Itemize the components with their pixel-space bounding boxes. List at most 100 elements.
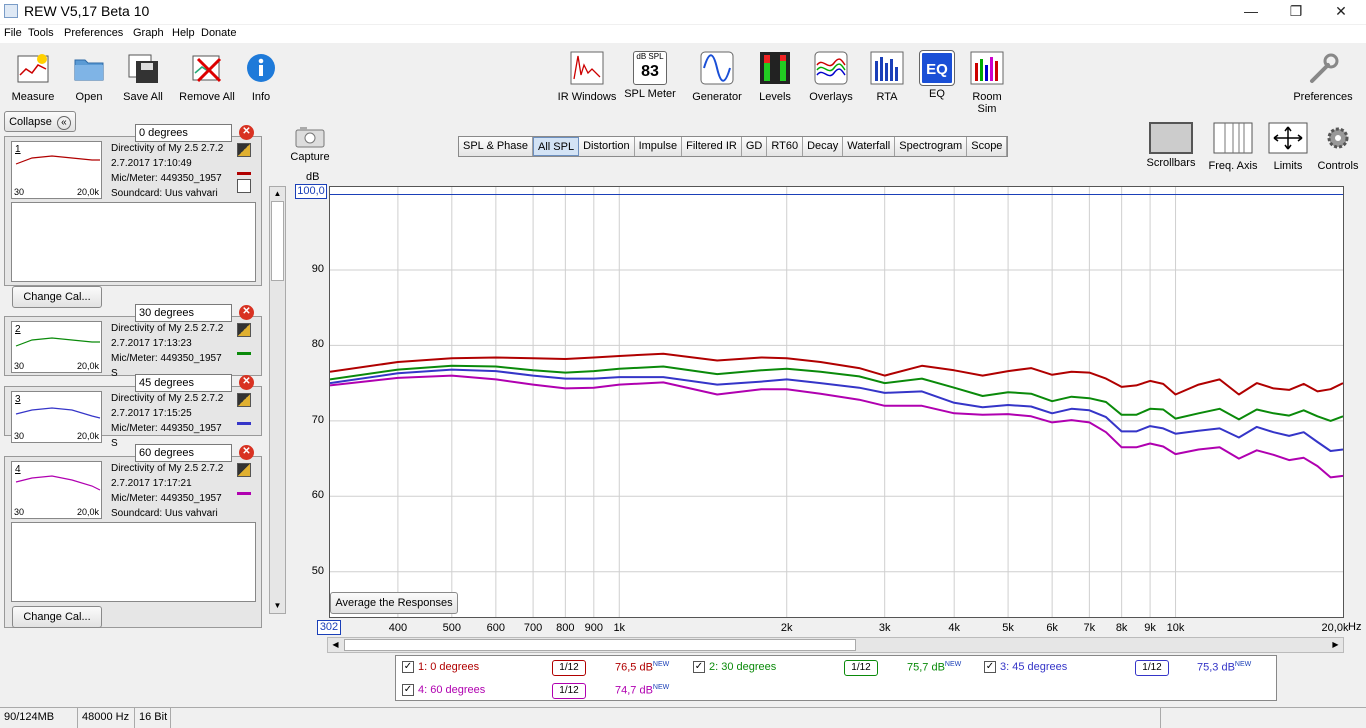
x-tick-label: 3k [878, 622, 891, 634]
collapse-button[interactable]: Collapse « [4, 111, 76, 132]
eq-filter-icon[interactable] [237, 143, 251, 157]
menu-file[interactable]: File [4, 27, 22, 39]
legend-item-2[interactable]: ✓ 2: 30 degrees [693, 661, 776, 674]
limits-button[interactable]: Limits [1266, 122, 1310, 172]
measurement-notes[interactable] [11, 202, 256, 282]
info-button[interactable]: Info [244, 51, 278, 103]
change-cal-button[interactable]: Change Cal... [12, 606, 102, 628]
memory-usage[interactable]: 90/124MB [4, 711, 54, 723]
x-left-limit-field[interactable]: 302 [317, 620, 341, 635]
levels-button[interactable]: Levels [754, 51, 796, 103]
measurement-notes[interactable] [11, 522, 256, 602]
open-button[interactable]: Open [68, 51, 110, 103]
measurement-name-field[interactable]: 30 degrees [135, 304, 232, 322]
tab-distortion[interactable]: Distortion [579, 137, 635, 156]
eq-button[interactable]: EQ EQ [918, 50, 956, 100]
scroll-thumb[interactable] [271, 201, 284, 281]
measurement-panel-1[interactable]: 0 degrees ✕ 1 30 20,0k Directivity of My… [4, 124, 262, 308]
smoothing-button[interactable]: 1/12 [552, 683, 586, 699]
y-top-limit-field[interactable]: 100,0 [295, 184, 327, 199]
smoothing-button[interactable]: 1/12 [552, 660, 586, 676]
measurement-panel-3[interactable]: 45 degrees ✕ 3 30 20,0k Directivity of M… [4, 374, 262, 449]
left-panel-scrollbar[interactable]: ▲ ▼ [269, 186, 286, 614]
measurement-name-field[interactable]: 0 degrees [135, 124, 232, 142]
measurement-thumbnail[interactable]: 2 30 20,0k [11, 321, 102, 373]
tab-spl-phase[interactable]: SPL & Phase [459, 137, 534, 156]
overlays-button[interactable]: Overlays [806, 51, 856, 103]
scroll-down-icon[interactable]: ▼ [270, 599, 285, 613]
notes-icon[interactable] [237, 179, 251, 193]
legend-item-4[interactable]: ✓ 4: 60 degrees [402, 684, 485, 697]
change-cal-button[interactable]: Change Cal... [12, 286, 102, 308]
ir-windows-button[interactable]: IR Windows [556, 51, 618, 103]
checkbox-checked-icon[interactable]: ✓ [984, 661, 996, 674]
measurement-panel-4[interactable]: 60 degrees ✕ 4 30 20,0k Directivity of M… [4, 444, 262, 628]
delete-icon[interactable]: ✕ [239, 305, 254, 320]
measurement-name-field[interactable]: 60 degrees [135, 444, 232, 462]
preferences-button[interactable]: Preferences [1290, 51, 1356, 103]
measurement-info: Directivity of My 2.5 2.7.2 2.7.2017 17:… [111, 391, 231, 451]
measurement-thumbnail[interactable]: 3 30 20,0k [11, 391, 102, 443]
tab-gd[interactable]: GD [741, 137, 768, 156]
tab-filtered-ir[interactable]: Filtered IR [682, 137, 742, 156]
close-icon[interactable]: ✕ [1318, 0, 1364, 24]
measurement-thumbnail[interactable]: 1 30 20,0k [11, 141, 102, 199]
tab-rt60[interactable]: RT60 [767, 137, 804, 156]
tab-spectrogram[interactable]: Spectrogram [895, 137, 968, 156]
eq-filter-icon[interactable] [237, 323, 251, 337]
menu-donate[interactable]: Donate [201, 27, 236, 39]
delete-icon[interactable]: ✕ [239, 375, 254, 390]
delete-icon[interactable]: ✕ [239, 445, 254, 460]
scroll-right-icon[interactable]: ▶ [1328, 638, 1343, 652]
menu-graph[interactable]: Graph [133, 27, 164, 39]
h-scroll-thumb[interactable] [344, 639, 856, 651]
room-sim-button[interactable]: Room Sim [962, 51, 1012, 115]
checkbox-checked-icon[interactable]: ✓ [693, 661, 705, 674]
maximize-icon[interactable]: ❐ [1273, 0, 1319, 24]
controls-button[interactable]: Controls [1314, 122, 1362, 172]
remove-all-button[interactable]: Remove All [176, 51, 238, 103]
measurement-panel-2[interactable]: 30 degrees ✕ 2 30 20,0k Directivity of M… [4, 304, 262, 379]
tab-all-spl[interactable]: All SPL [533, 137, 580, 156]
scrollbars-button[interactable]: Scrollbars [1144, 122, 1198, 169]
measurement-name-field[interactable]: 45 degrees [135, 374, 232, 392]
checkbox-checked-icon[interactable]: ✓ [402, 661, 414, 674]
save-all-button[interactable]: Save All [118, 51, 168, 103]
capture-button[interactable]: Capture [288, 126, 332, 163]
average-responses-button[interactable]: Average the Responses [330, 592, 458, 614]
menu-help[interactable]: Help [172, 27, 195, 39]
measurement-number: 3 [15, 394, 21, 405]
freq-axis-button[interactable]: Freq. Axis [1204, 122, 1262, 172]
x-tick-label: 10k [1166, 622, 1185, 634]
line-color-icon[interactable] [237, 411, 251, 425]
tab-decay[interactable]: Decay [803, 137, 844, 156]
menu-tools[interactable]: Tools [28, 27, 54, 39]
checkbox-checked-icon[interactable]: ✓ [402, 684, 414, 697]
line-color-icon[interactable] [237, 341, 251, 355]
smoothing-button[interactable]: 1/12 [844, 660, 878, 676]
measurement-soundcard: Soundcard: Uus vahvari [111, 508, 218, 519]
menu-preferences[interactable]: Preferences [64, 27, 123, 39]
legend-item-1[interactable]: ✓ 1: 0 degrees [402, 661, 479, 674]
line-color-icon[interactable] [237, 161, 251, 175]
scroll-left-icon[interactable]: ◀ [328, 638, 343, 652]
tab-waterfall[interactable]: Waterfall [843, 137, 896, 156]
tab-scope[interactable]: Scope [967, 137, 1008, 156]
plot-area[interactable] [329, 186, 1344, 618]
eq-filter-icon[interactable] [237, 393, 251, 407]
measure-button[interactable]: Measure [8, 51, 58, 103]
delete-icon[interactable]: ✕ [239, 125, 254, 140]
legend-item-3[interactable]: ✓ 3: 45 degrees [984, 661, 1067, 674]
tab-impulse[interactable]: Impulse [634, 137, 683, 156]
rta-button[interactable]: RTA [868, 51, 906, 103]
measurement-thumbnail[interactable]: 4 30 20,0k [11, 461, 102, 519]
eq-filter-icon[interactable] [237, 463, 251, 477]
smoothing-button[interactable]: 1/12 [1135, 660, 1169, 676]
scroll-up-icon[interactable]: ▲ [270, 187, 285, 201]
generator-button[interactable]: Generator [690, 51, 744, 103]
minimize-icon[interactable]: — [1228, 0, 1274, 24]
spl-meter-button[interactable]: dB SPL 83 SPL Meter [622, 51, 678, 100]
graph-horizontal-scrollbar[interactable]: ◀ ▶ [327, 637, 1344, 653]
menu-bar: File Tools Preferences Graph Help Donate [0, 25, 1366, 43]
line-color-icon[interactable] [237, 481, 251, 495]
